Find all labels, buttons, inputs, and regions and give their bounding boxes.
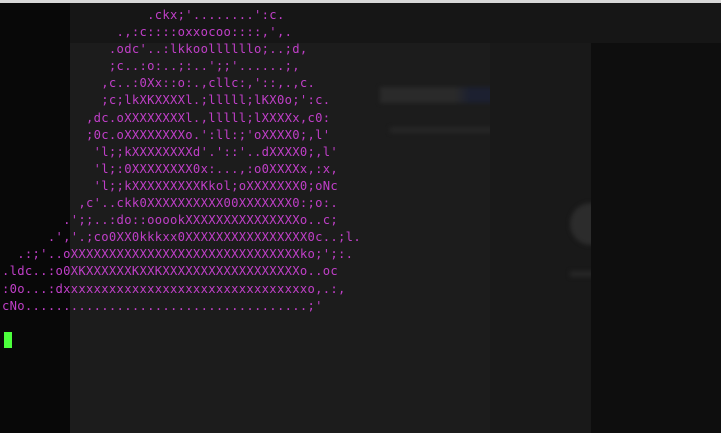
ascii-art-output: .ckx;'........':c. .,:c::::oxxocoo::::,'… bbox=[2, 8, 361, 313]
terminal-window[interactable]: .ckx;'........':c. .,:c::::oxxocoo::::,'… bbox=[0, 3, 721, 433]
terminal-cursor bbox=[4, 332, 12, 348]
screen: .ckx;'........':c. .,:c::::oxxocoo::::,'… bbox=[0, 0, 721, 433]
